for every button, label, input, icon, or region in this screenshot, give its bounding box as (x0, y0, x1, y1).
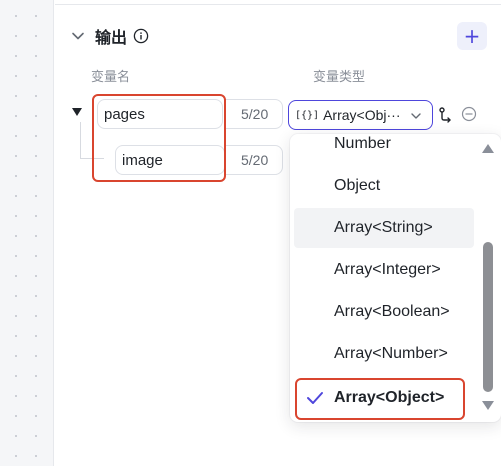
array-object-icon: [{}] (295, 109, 320, 121)
dropdown-option-number[interactable]: Number (294, 134, 474, 164)
dropdown-option-array-string[interactable]: Array<String> (294, 208, 474, 248)
scroll-up-arrow-icon[interactable] (482, 144, 494, 153)
info-icon[interactable] (133, 28, 149, 44)
char-count: 5/20 (241, 106, 269, 122)
dropdown-option-array-integer[interactable]: Array<Integer> (294, 250, 474, 290)
column-header-name: 变量名 (91, 70, 131, 85)
scrollbar-thumb[interactable] (483, 242, 493, 392)
add-variable-button[interactable]: + (457, 22, 487, 50)
annotation-highlight (92, 94, 226, 182)
dropdown-option-object[interactable]: Object (294, 166, 474, 206)
output-panel: 输出 + 变量名 变量类型 pages 5/20 image 5/20 [{}]… (55, 0, 501, 466)
chevron-down-icon (410, 109, 422, 121)
dropdown-option-array-boolean[interactable]: Array<Boolean> (294, 292, 474, 332)
output-section-header[interactable]: 输出 (69, 24, 149, 48)
tree-connector (80, 122, 81, 158)
canvas-background (0, 0, 54, 466)
divider (55, 4, 501, 5)
section-title: 输出 (95, 28, 128, 47)
expand-caret-icon[interactable] (72, 108, 82, 116)
variable-type-value: Array<Obj··· (323, 107, 401, 123)
annotation-highlight (295, 378, 465, 420)
variable-type-select[interactable]: [{}] Array<Obj··· (288, 100, 433, 130)
add-child-icon[interactable] (437, 106, 455, 124)
remove-circle-icon[interactable] (461, 106, 477, 122)
chevron-down-icon[interactable] (69, 27, 87, 45)
column-header-type: 变量类型 (313, 70, 366, 85)
scroll-down-arrow-icon[interactable] (482, 401, 494, 410)
char-count: 5/20 (241, 152, 269, 168)
dropdown-option-array-number[interactable]: Array<Number> (294, 334, 474, 374)
